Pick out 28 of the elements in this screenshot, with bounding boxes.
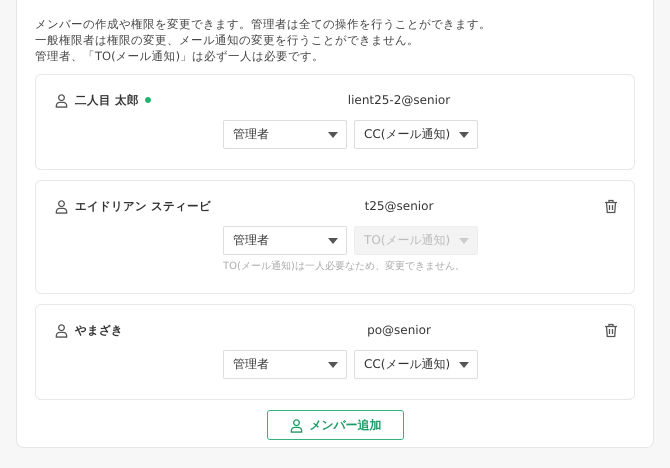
caret-icon (459, 362, 469, 368)
role-select[interactable]: 管理者 (223, 226, 347, 255)
caret-icon (459, 132, 469, 138)
caret-icon (328, 132, 338, 138)
person-icon (54, 322, 69, 338)
caret-icon (328, 238, 338, 244)
member-name: やまざき (75, 322, 123, 338)
trash-icon[interactable] (604, 322, 618, 338)
caret-icon (328, 362, 338, 368)
person-icon (54, 198, 69, 214)
description-text: 管理者、「TO(メール通知)」は必ず一人は必要です。 (35, 48, 326, 64)
caret-icon (459, 238, 469, 244)
member-name: 二人目 太郎 (75, 92, 140, 108)
person-icon (288, 418, 304, 432)
trash-icon[interactable] (604, 198, 618, 214)
member-email: po@senior (366, 323, 432, 337)
member-email: lient25-2@senior (346, 93, 452, 107)
help-text: TO(メール通知)は一人必要なため、変更できません。 (222, 260, 466, 273)
notification-select[interactable]: CC(メール通知) (354, 120, 478, 149)
notification-select[interactable]: CC(メール通知) (354, 350, 478, 379)
add-member-button[interactable]: メンバー追加 (266, 410, 404, 440)
description-text: 一般権限者は権限の変更、メール通知の変更を行うことができません。 (35, 32, 420, 48)
role-select[interactable]: 管理者 (223, 120, 347, 149)
description-text: メンバーの作成や権限を変更できます。管理者は全ての操作を行うことができます。 (35, 16, 492, 32)
role-select[interactable]: 管理者 (223, 350, 347, 379)
member-name: エイドリアン スティービ (75, 198, 212, 214)
member-email: t25@senior (364, 199, 434, 213)
person-icon (54, 92, 69, 108)
